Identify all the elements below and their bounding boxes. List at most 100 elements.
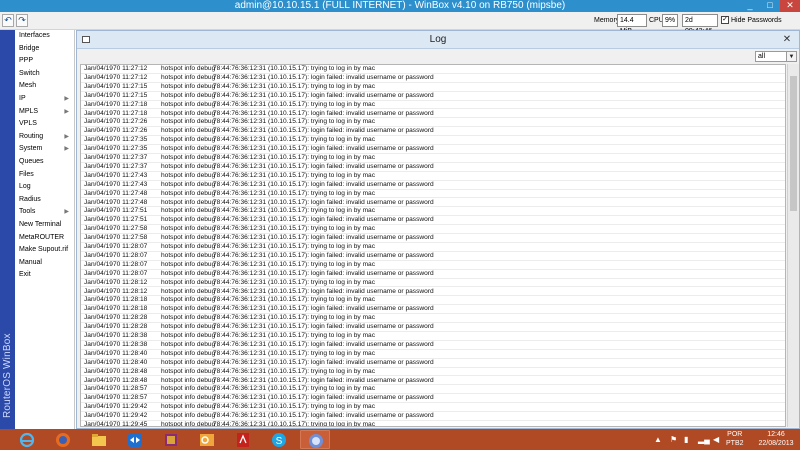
- skype-icon[interactable]: S: [264, 430, 294, 449]
- sidebar-item-manual[interactable]: Manual: [16, 257, 74, 270]
- network-icon[interactable]: ▮: [684, 435, 688, 444]
- log-row[interactable]: Jan/04/1970 11:27:48 hotspot info debug 78…: [81, 199, 785, 208]
- sidebar-item-vpls[interactable]: VPLS: [16, 118, 74, 131]
- sidebar-item-switch[interactable]: Switch: [16, 68, 74, 81]
- log-row[interactable]: Jan/04/1970 11:28:48 hotspot info debug 78…: [81, 377, 785, 386]
- log-list[interactable]: Jan/04/1970 11:27:12 hotspot info debug 78…: [80, 64, 786, 427]
- teamviewer-icon[interactable]: [120, 430, 150, 449]
- sidebar-item-metarouter[interactable]: MetaROUTER: [16, 232, 74, 245]
- hide-passwords-checkbox[interactable]: ✓: [721, 16, 729, 24]
- log-row[interactable]: Jan/04/1970 11:27:37 hotspot info debug 78…: [81, 163, 785, 172]
- log-row[interactable]: Jan/04/1970 11:28:28 hotspot info debug 78…: [81, 323, 785, 332]
- sidebar-item-queues[interactable]: Queues: [16, 156, 74, 169]
- file-explorer-icon[interactable]: [84, 430, 114, 449]
- log-row[interactable]: Jan/04/1970 11:27:18 hotspot info debug 78…: [81, 110, 785, 119]
- log-row[interactable]: Jan/04/1970 11:28:12 hotspot info debug 78…: [81, 279, 785, 288]
- close-window-button[interactable]: ✕: [780, 0, 800, 12]
- log-row[interactable]: Jan/04/1970 11:27:51 hotspot info debug 78…: [81, 207, 785, 217]
- log-row[interactable]: Jan/04/1970 11:27:37 hotspot info debug 78…: [81, 154, 785, 163]
- sidebar-item-system[interactable]: System ▶: [16, 143, 74, 156]
- log-row[interactable]: Jan/04/1970 11:29:42 hotspot info debug 78…: [81, 412, 785, 421]
- sidebar-item-mesh[interactable]: Mesh: [16, 80, 74, 93]
- scrollbar-thumb[interactable]: [790, 76, 797, 211]
- log-row[interactable]: Jan/04/1970 11:27:12 hotspot info debug 78…: [81, 65, 785, 74]
- sidebar-item-ppp[interactable]: PPP: [16, 55, 74, 68]
- log-row[interactable]: Jan/04/1970 11:28:40 hotspot info debug 78…: [81, 359, 785, 368]
- log-topic: hotspot info debug: [161, 243, 216, 250]
- log-row[interactable]: Jan/04/1970 11:27:15 hotspot info debug 78…: [81, 92, 785, 101]
- log-row[interactable]: Jan/04/1970 11:28:18 hotspot info debug 78…: [81, 296, 785, 306]
- log-row[interactable]: Jan/04/1970 11:27:26 hotspot info debug 78…: [81, 127, 785, 137]
- tray-arrow-icon[interactable]: ▲: [654, 435, 662, 444]
- log-time: Jan/04/1970 11:27:43: [84, 171, 148, 179]
- sidebar-item-files[interactable]: Files: [16, 169, 74, 182]
- log-topic: hotspot info debug: [161, 323, 216, 331]
- log-row[interactable]: Jan/04/1970 11:28:38 hotspot info debug 78…: [81, 341, 785, 350]
- undo-button[interactable]: ↶: [2, 14, 14, 27]
- log-row[interactable]: Jan/04/1970 11:27:51 hotspot info debug 78…: [81, 216, 785, 226]
- log-row[interactable]: Jan/04/1970 11:28:57 hotspot info debug 78…: [81, 385, 785, 395]
- topic-filter-select[interactable]: all: [755, 51, 787, 62]
- log-row[interactable]: Jan/04/1970 11:27:12 hotspot info debug 78…: [81, 74, 785, 83]
- log-time: Jan/04/1970 11:27:26: [84, 127, 148, 135]
- flag-icon[interactable]: ⚑: [670, 435, 677, 444]
- chevron-down-icon[interactable]: ▼: [787, 51, 797, 62]
- log-topic: hotspot info debug: [161, 100, 216, 108]
- internet-explorer-icon[interactable]: [12, 430, 42, 449]
- winbox-icon[interactable]: [300, 430, 330, 449]
- log-row[interactable]: Jan/04/1970 11:28:48 hotspot info debug 78…: [81, 368, 785, 377]
- log-message: 78:44:76:36:12:31 (10.10.15.17): login f…: [213, 323, 434, 331]
- log-row[interactable]: Jan/04/1970 11:28:07 hotspot info debug 78…: [81, 252, 785, 261]
- language-indicator[interactable]: POR PTB2: [726, 430, 744, 448]
- log-row[interactable]: Jan/04/1970 11:27:18 hotspot info debug 78…: [81, 101, 785, 110]
- log-row[interactable]: Jan/04/1970 11:29:45 hotspot info debug 78…: [81, 421, 785, 426]
- log-window-close-button[interactable]: ✕: [779, 33, 795, 47]
- log-row[interactable]: Jan/04/1970 11:28:18 hotspot info debug 78…: [81, 305, 785, 315]
- log-row[interactable]: Jan/04/1970 11:28:07 hotspot info debug 78…: [81, 261, 785, 270]
- log-row[interactable]: Jan/04/1970 11:28:38 hotspot info debug 78…: [81, 332, 785, 341]
- redo-button[interactable]: ↷: [16, 14, 28, 27]
- vertical-scrollbar[interactable]: [787, 64, 799, 427]
- volume-icon[interactable]: ◀: [713, 435, 719, 444]
- winrar-icon[interactable]: [156, 430, 186, 449]
- sidebar-item-label: Radius: [19, 195, 41, 203]
- minimize-button[interactable]: _: [740, 0, 760, 12]
- acrobat-icon[interactable]: [228, 430, 258, 449]
- firefox-icon[interactable]: [48, 430, 78, 449]
- sidebar-item-exit[interactable]: Exit: [16, 269, 74, 282]
- log-row[interactable]: Jan/04/1970 11:29:42 hotspot info debug 78…: [81, 403, 785, 413]
- sidebar-item-tools[interactable]: Tools ▶: [16, 206, 74, 219]
- log-row[interactable]: Jan/04/1970 11:28:40 hotspot info debug 78…: [81, 350, 785, 359]
- clock[interactable]: 12:46 22/08/2013: [755, 430, 797, 448]
- log-row[interactable]: Jan/04/1970 11:27:58 hotspot info debug 78…: [81, 225, 785, 235]
- log-row[interactable]: Jan/04/1970 11:28:12 hotspot info debug 78…: [81, 288, 785, 297]
- sidebar-item-bridge[interactable]: Bridge: [16, 43, 74, 56]
- signal-icon[interactable]: ▂▄: [698, 435, 710, 444]
- log-row[interactable]: Jan/04/1970 11:28:07 hotspot info debug 78…: [81, 270, 785, 279]
- log-row[interactable]: Jan/04/1970 11:27:35 hotspot info debug 78…: [81, 136, 785, 146]
- sidebar-item-label: Files: [19, 170, 34, 178]
- sidebar-item-new-terminal[interactable]: New Terminal: [16, 219, 74, 232]
- log-row[interactable]: Jan/04/1970 11:28:28 hotspot info debug 78…: [81, 314, 785, 324]
- log-row[interactable]: Jan/04/1970 11:27:35 hotspot info debug 78…: [81, 145, 785, 154]
- log-row[interactable]: Jan/04/1970 11:28:57 hotspot info debug 78…: [81, 394, 785, 404]
- maximize-button[interactable]: □: [760, 0, 780, 12]
- sidebar-item-ip[interactable]: IP ▶: [16, 93, 74, 106]
- sidebar-item-radius[interactable]: Radius: [16, 194, 74, 207]
- sidebar-item-routing[interactable]: Routing ▶: [16, 131, 74, 144]
- log-row[interactable]: Jan/04/1970 11:27:43 hotspot info debug 78…: [81, 172, 785, 181]
- log-message: 78:44:76:36:12:31 (10.10.15.17): login f…: [213, 162, 434, 170]
- log-row[interactable]: Jan/04/1970 11:27:58 hotspot info debug 78…: [81, 234, 785, 243]
- log-row[interactable]: Jan/04/1970 11:27:43 hotspot info debug 78…: [81, 181, 785, 190]
- log-row[interactable]: Jan/04/1970 11:28:07 hotspot info debug 78…: [81, 243, 785, 252]
- log-row[interactable]: Jan/04/1970 11:27:26 hotspot info debug 78…: [81, 118, 785, 128]
- window-title-bar[interactable]: admin@10.10.15.1 (FULL INTERNET) - WinBo…: [0, 0, 800, 12]
- sidebar-item-make-supout[interactable]: Make Supout.rif: [16, 244, 74, 257]
- log-row[interactable]: Jan/04/1970 11:27:15 hotspot info debug 78…: [81, 83, 785, 92]
- log-row[interactable]: Jan/04/1970 11:27:48 hotspot info debug 78…: [81, 190, 785, 199]
- log-window-title-bar[interactable]: Log ✕: [77, 31, 799, 49]
- sidebar-item-log[interactable]: Log: [16, 181, 74, 194]
- outlook-icon[interactable]: [192, 430, 222, 449]
- sidebar-item-interfaces[interactable]: Interfaces: [16, 30, 74, 43]
- sidebar-item-mpls[interactable]: MPLS ▶: [16, 106, 74, 119]
